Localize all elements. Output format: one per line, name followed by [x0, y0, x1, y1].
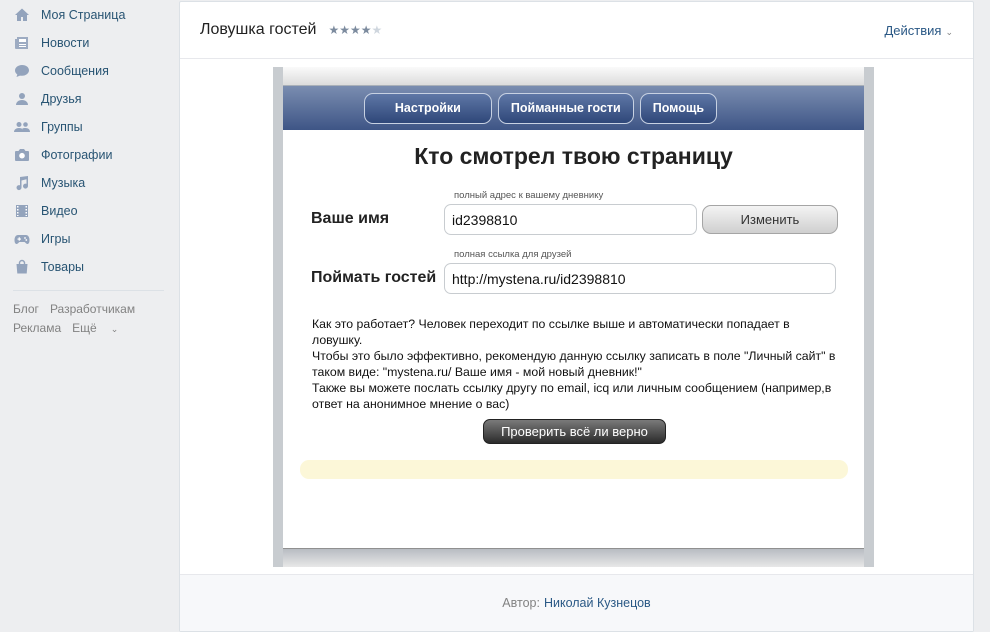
name-input[interactable]: id2398810 — [444, 204, 697, 235]
description-line: Чтобы это было эффективно, рекомендую да… — [312, 349, 836, 379]
top-strip — [283, 67, 864, 86]
more-link[interactable]: Ещё ⌄ — [72, 321, 129, 335]
sidebar-item-games[interactable]: Игры — [0, 225, 170, 253]
video-icon — [13, 202, 31, 220]
sidebar-item-label: Сообщения — [41, 64, 109, 78]
star-icon: ★ — [360, 23, 372, 37]
home-icon — [13, 6, 31, 24]
more-link-label: Ещё — [72, 321, 97, 335]
app-navbar: Настройки Пойманные гости Помощь — [283, 86, 864, 130]
app-header: Ловушка гостей ★★★★★ Действия ⌄ — [180, 2, 973, 59]
shopping-bag-icon — [13, 258, 31, 276]
star-icon: ★ — [339, 23, 350, 37]
sidebar-item-label: Друзья — [41, 92, 82, 106]
sidebar-item-groups[interactable]: Группы — [0, 113, 170, 141]
app-footer: Автор: Николай Кузнецов — [180, 574, 973, 631]
app-iframe: Настройки Пойманные гости Помощь Кто смо… — [273, 67, 874, 567]
sidebar-item-label: Группы — [41, 120, 83, 134]
ads-link[interactable]: Реклама — [13, 321, 61, 335]
blog-link[interactable]: Блог — [13, 302, 39, 316]
sidebar-item-friends[interactable]: Друзья — [0, 85, 170, 113]
tab-caught-guests[interactable]: Пойманные гости — [497, 92, 634, 124]
tab-help[interactable]: Помощь — [639, 92, 718, 124]
result-box — [300, 460, 848, 479]
check-button[interactable]: Проверить всё ли верно — [483, 419, 666, 444]
actions-menu[interactable]: Действия ⌄ — [884, 23, 953, 38]
star-icon: ★ — [328, 23, 340, 37]
name-label: Ваше имя — [311, 210, 390, 227]
sidebar-item-my-page[interactable]: Моя Страница — [0, 1, 170, 29]
app-card: Ловушка гостей ★★★★★ Действия ⌄ Настройки… — [179, 1, 974, 632]
actions-label: Действия — [884, 22, 942, 38]
change-button[interactable]: Изменить — [702, 205, 838, 234]
name-hint: полный адрес к вашему дневнику — [454, 190, 604, 201]
sidebar-item-news[interactable]: Новости — [0, 29, 170, 57]
author-label: Автор: — [502, 596, 540, 610]
page-title: Кто смотрел твою страницу — [414, 143, 733, 169]
chevron-down-icon: ⌄ — [110, 324, 119, 334]
news-icon — [13, 34, 31, 52]
author-link[interactable]: Николай Кузнецов — [544, 596, 651, 610]
gamepad-icon — [13, 230, 31, 248]
description-line: Как это работает? Человек переходит по с… — [312, 317, 790, 347]
sidebar-item-photos[interactable]: Фотографии — [0, 141, 170, 169]
developers-link[interactable]: Разработчикам — [50, 302, 135, 316]
tab-settings[interactable]: Настройки — [363, 92, 492, 124]
star-icon: ★ — [371, 23, 383, 37]
left-sidebar: Моя Страница Новости Сообщения Друзья Гр… — [0, 0, 170, 339]
description-text: Как это работает? Человек переходит по с… — [312, 316, 842, 412]
sidebar-item-label: Фотографии — [41, 148, 113, 162]
sidebar-item-label: Моя Страница — [41, 8, 126, 22]
app-title: Ловушка гостей — [200, 21, 317, 38]
description-line: Также вы можете послать ссылку другу по … — [312, 381, 832, 411]
bottom-strip — [283, 548, 864, 567]
messages-icon — [13, 62, 31, 80]
camera-icon — [13, 146, 31, 164]
star-icon: ★ — [349, 23, 361, 37]
groups-icon — [13, 118, 31, 136]
app-content: Настройки Пойманные гости Помощь Кто смо… — [283, 67, 864, 567]
sidebar-item-label: Музыка — [41, 176, 86, 190]
catch-hint: полная ссылка для друзей — [454, 249, 572, 260]
rating-stars: ★★★★★ — [328, 23, 382, 37]
catch-label: Поймать гостей — [311, 269, 437, 286]
friends-icon — [13, 90, 31, 108]
sidebar-item-music[interactable]: Музыка — [0, 169, 170, 197]
sidebar-item-messages[interactable]: Сообщения — [0, 57, 170, 85]
sidebar-item-video[interactable]: Видео — [0, 197, 170, 225]
sidebar-item-label: Товары — [41, 260, 84, 274]
sidebar-item-label: Игры — [41, 232, 71, 246]
sidebar-footer-links: Блог Разработчикам Реклама Ещё ⌄ — [0, 300, 170, 339]
sidebar-item-label: Видео — [41, 204, 78, 218]
catch-link-input[interactable]: http://mystena.ru/id2398810 — [444, 263, 836, 294]
music-icon — [13, 174, 31, 192]
sidebar-item-label: Новости — [41, 36, 90, 50]
sidebar-divider — [13, 290, 164, 291]
chevron-down-icon: ⌄ — [945, 26, 953, 37]
sidebar-item-goods[interactable]: Товары — [0, 253, 170, 281]
